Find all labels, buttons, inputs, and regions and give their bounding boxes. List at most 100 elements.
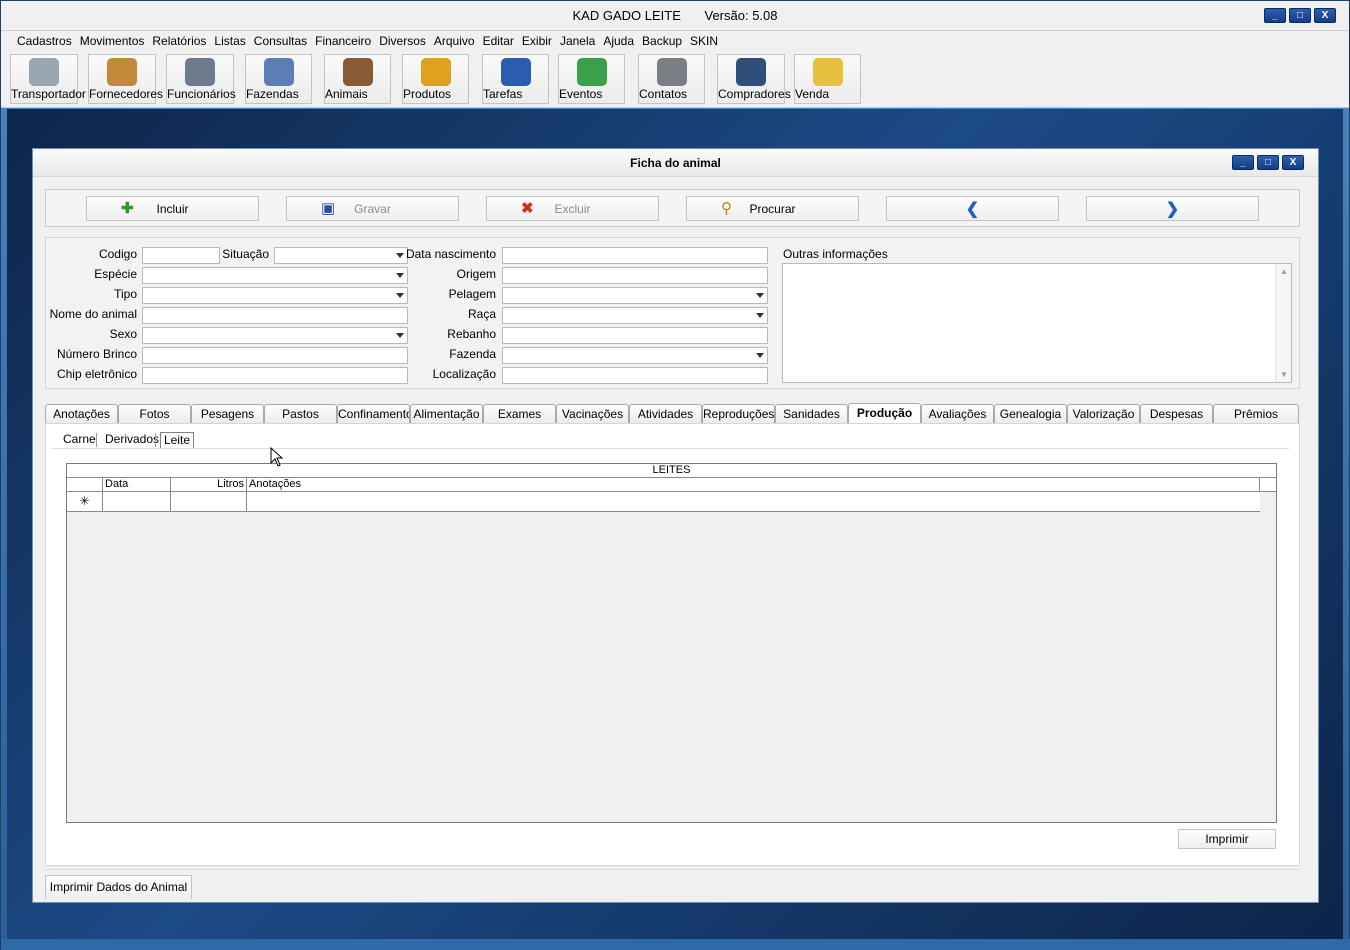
- toolbar-transportador-button[interactable]: Transportador: [10, 54, 86, 104]
- origem-input[interactable]: [502, 267, 768, 284]
- form-window-controls: _ □ X: [1232, 155, 1304, 170]
- menu-arquivo[interactable]: Arquivo: [430, 34, 479, 48]
- tab-producao[interactable]: Produção: [848, 403, 921, 424]
- form-minimize-button[interactable]: _: [1232, 155, 1254, 170]
- cow-icon: [342, 58, 373, 86]
- menu-exibir[interactable]: Exibir: [518, 34, 556, 48]
- tab-genealogia[interactable]: Genealogia: [994, 404, 1067, 424]
- toolbar-funcionarios-button[interactable]: Funcionários: [166, 54, 236, 104]
- close-button[interactable]: X: [1314, 8, 1336, 23]
- tab-exames[interactable]: Exames: [483, 404, 556, 424]
- gravar-button[interactable]: ▣ Gravar: [286, 196, 459, 221]
- sexo-select[interactable]: [142, 327, 408, 344]
- menu-relatorios[interactable]: Relatórios: [148, 34, 210, 48]
- subtab-derivados[interactable]: Derivados: [102, 432, 162, 449]
- tab-premios[interactable]: Prêmios: [1213, 404, 1299, 424]
- cell-anotacoes[interactable]: [247, 492, 1260, 512]
- pelagem-select[interactable]: [502, 287, 768, 304]
- column-header-anotacoes[interactable]: Anotações: [247, 478, 1260, 492]
- previous-record-button[interactable]: ❮: [886, 196, 1059, 221]
- tab-fotos[interactable]: Fotos: [118, 404, 191, 424]
- cell-data[interactable]: [103, 492, 171, 512]
- codigo-input[interactable]: [142, 247, 220, 264]
- column-header-data[interactable]: Data: [103, 478, 171, 492]
- subtab-carne[interactable]: Carne: [60, 432, 99, 449]
- menu-janela[interactable]: Janela: [556, 34, 599, 48]
- rebanho-input[interactable]: [502, 327, 768, 344]
- especie-select[interactable]: [142, 267, 408, 284]
- memo-scrollbar[interactable]: ▲ ▼: [1275, 264, 1291, 382]
- data-nascimento-input[interactable]: [502, 247, 768, 264]
- toolbar-venda-button[interactable]: Venda: [794, 54, 861, 104]
- outras-informacoes-textarea[interactable]: ▲ ▼: [782, 263, 1292, 383]
- toolbar-animais-button[interactable]: Animais: [324, 54, 391, 104]
- tab-sanidades[interactable]: Sanidades: [775, 404, 848, 424]
- chevron-down-icon: [396, 253, 404, 258]
- toolbar-compradores-button[interactable]: Compradores: [717, 54, 791, 104]
- chevron-down-icon: [756, 293, 764, 298]
- incluir-button[interactable]: ✚ Incluir: [86, 196, 259, 221]
- excluir-button[interactable]: ✖ Excluir: [486, 196, 659, 221]
- procurar-button[interactable]: ⚲ Procurar: [686, 196, 859, 221]
- subtab-underline: [52, 448, 1289, 449]
- menu-listas[interactable]: Listas: [210, 34, 249, 48]
- cell-litros[interactable]: [171, 492, 247, 512]
- toolbar-fornecedores-button[interactable]: Fornecedores: [88, 54, 163, 104]
- tab-atividades[interactable]: Atividades: [629, 404, 702, 424]
- menu-diversos[interactable]: Diversos: [375, 34, 430, 48]
- tab-confinamentos[interactable]: Confinamentos: [337, 404, 410, 424]
- tab-vacinacoes[interactable]: Vacinações: [556, 404, 629, 424]
- menu-skin[interactable]: SKIN: [686, 34, 722, 48]
- app-window-controls: _ □ X: [1264, 8, 1336, 23]
- tab-alimentacao[interactable]: Alimentação: [410, 404, 483, 424]
- tab-despesas[interactable]: Despesas: [1140, 404, 1213, 424]
- imprimir-dados-animal-button[interactable]: Imprimir Dados do Animal: [45, 875, 192, 899]
- next-record-button[interactable]: ❯: [1086, 196, 1259, 221]
- situacao-select[interactable]: [274, 247, 408, 264]
- imprimir-button[interactable]: Imprimir: [1178, 829, 1276, 849]
- form-close-button[interactable]: X: [1282, 155, 1304, 170]
- localizacao-label: Localização: [432, 367, 496, 381]
- leites-grid: LEITES Data Litros Anotações ✳: [66, 463, 1277, 823]
- menu-financeiro[interactable]: Financeiro: [311, 34, 375, 48]
- toolbar-tarefas-button[interactable]: Tarefas: [482, 54, 549, 104]
- toolbar-fazendas-button[interactable]: Fazendas: [245, 54, 312, 104]
- calendar-icon: [576, 58, 607, 86]
- tab-reproducoes[interactable]: Reproduções: [702, 404, 775, 424]
- tab-anotacoes[interactable]: Anotações: [45, 404, 118, 424]
- column-header-litros[interactable]: Litros: [171, 478, 247, 492]
- table-row[interactable]: ✳: [67, 492, 1260, 512]
- menu-cadastros[interactable]: Cadastros: [13, 34, 76, 48]
- tab-pesagens[interactable]: Pesagens: [191, 404, 264, 424]
- tab-valorizacao[interactable]: Valorização: [1067, 404, 1140, 424]
- nome-animal-input[interactable]: [142, 307, 408, 324]
- employee-icon: [185, 58, 215, 86]
- subtab-leite[interactable]: Leite: [160, 432, 195, 449]
- tipo-select[interactable]: [142, 287, 408, 304]
- arrow-right-icon: ❯: [1165, 200, 1180, 218]
- menu-movimentos[interactable]: Movimentos: [76, 34, 149, 48]
- raca-select[interactable]: [502, 307, 768, 324]
- maximize-button[interactable]: □: [1289, 8, 1311, 23]
- grid-header-row: Data Litros Anotações: [67, 478, 1260, 492]
- mouse-cursor-icon: [270, 447, 284, 467]
- toolbar-contatos-button[interactable]: Contatos: [638, 54, 705, 104]
- toolbar-eventos-button[interactable]: Eventos: [558, 54, 625, 104]
- menu-ajuda[interactable]: Ajuda: [599, 34, 638, 48]
- fazenda-select[interactable]: [502, 347, 768, 364]
- origem-label: Origem: [456, 267, 496, 281]
- tab-avaliacoes[interactable]: Avaliações: [921, 404, 994, 424]
- menu-backup[interactable]: Backup: [638, 34, 686, 48]
- menu-consultas[interactable]: Consultas: [250, 34, 311, 48]
- app-title: KAD GADO LEITE: [572, 8, 681, 23]
- menu-editar[interactable]: Editar: [479, 34, 518, 48]
- numero-brinco-input[interactable]: [142, 347, 408, 364]
- form-maximize-button[interactable]: □: [1257, 155, 1279, 170]
- tab-pastos[interactable]: Pastos: [264, 404, 337, 424]
- localizacao-input[interactable]: [502, 367, 768, 384]
- minimize-button[interactable]: _: [1264, 8, 1286, 23]
- chip-eletronico-input[interactable]: [142, 367, 408, 384]
- row-indicator-header: [67, 478, 103, 492]
- scroll-up-icon: ▲: [1280, 267, 1288, 276]
- toolbar-produtos-button[interactable]: Produtos: [402, 54, 469, 104]
